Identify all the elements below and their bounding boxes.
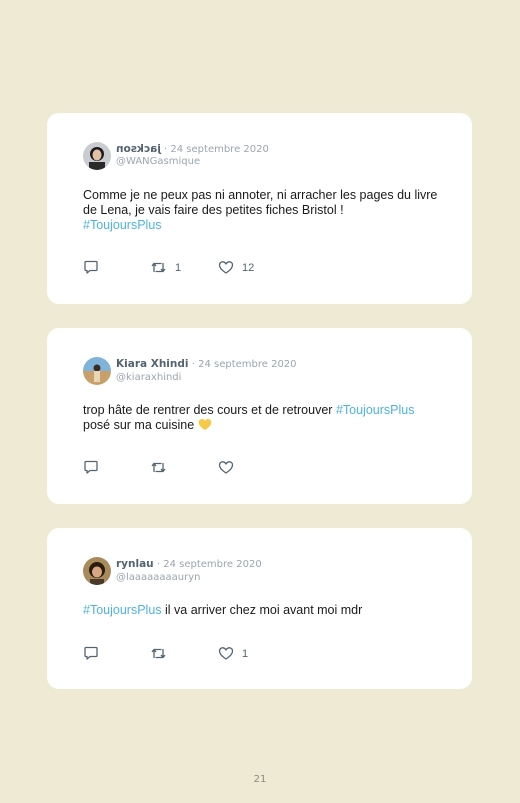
reply-button[interactable]	[83, 460, 99, 475]
author-handle: @kiaraxhindi	[116, 372, 182, 383]
separator-dot: ·	[191, 359, 195, 370]
tweet-date: 24 septembre 2020	[170, 144, 269, 155]
tweet-date: 24 septembre 2020	[163, 559, 262, 570]
like-button[interactable]: 1	[218, 646, 248, 661]
like-count: 1	[242, 647, 249, 660]
author-line: rynlau · 24 septembre 2020	[116, 558, 262, 571]
tweet-actions: 1 12	[83, 260, 283, 276]
like-button[interactable]	[218, 460, 242, 475]
retweet-icon	[150, 646, 167, 661]
tweet-card: Kiara Xhindi · 24 septembre 2020 @kiarax…	[47, 328, 472, 504]
tweet-card: rynlau · 24 septembre 2020 @laaaaaaaaury…	[47, 528, 472, 689]
retweet-button[interactable]: 1	[150, 260, 181, 275]
tweet-text-continued: posé sur ma cuisine	[83, 418, 195, 432]
retweet-icon	[150, 460, 167, 475]
separator-dot: ·	[164, 144, 168, 155]
yellow-heart-emoji-icon	[198, 418, 212, 435]
hashtag-link[interactable]: #ToujoursPlus	[83, 603, 162, 617]
avatar[interactable]	[83, 357, 111, 385]
hashtag-link[interactable]: #ToujoursPlus	[83, 218, 162, 232]
reply-icon	[83, 646, 99, 661]
reply-icon	[83, 260, 99, 275]
like-icon	[218, 260, 234, 275]
tweet-date: 24 septembre 2020	[198, 359, 297, 370]
retweet-button[interactable]	[150, 646, 175, 661]
retweet-icon	[150, 260, 167, 275]
tweet-actions: 1	[83, 646, 283, 662]
retweet-button[interactable]	[150, 460, 175, 475]
author-name[interactable]: rynlau	[116, 558, 154, 570]
avatar[interactable]	[83, 557, 111, 585]
reply-icon	[83, 460, 99, 475]
tweet-text-body: il va arriver chez moi avant moi mdr	[165, 603, 363, 617]
tweet-text: trop hâte de rentrer des cours et de ret…	[83, 403, 453, 435]
like-icon	[218, 460, 234, 475]
tweet-text: Comme je ne peux pas ni annoter, ni arra…	[83, 188, 453, 233]
author-handle: @laaaaaaaauryn	[116, 572, 201, 583]
author-name[interactable]: Kiara Xhindi	[116, 358, 189, 370]
page-number: 21	[253, 774, 267, 785]
like-count: 12	[242, 261, 255, 274]
tweet-text-body: Comme je ne peux pas ni annoter, ni arra…	[83, 188, 438, 217]
avatar[interactable]	[83, 142, 111, 170]
author-handle: @WANGasmique	[116, 156, 201, 167]
like-icon	[218, 646, 234, 661]
reply-button[interactable]	[83, 646, 99, 661]
tweet-actions	[83, 460, 283, 476]
reply-button[interactable]	[83, 260, 99, 275]
author-line: Kiara Xhindi · 24 septembre 2020	[116, 358, 297, 371]
separator-dot: ·	[156, 559, 161, 570]
tweet-card: jackson · 24 septembre 2020 @WANGasmique…	[47, 113, 472, 304]
retweet-count: 1	[175, 261, 182, 274]
like-button[interactable]: 12	[218, 260, 254, 275]
tweet-text: #ToujoursPlus il va arriver chez moi ava…	[83, 603, 453, 618]
tweet-text-body: trop hâte de rentrer des cours et de ret…	[83, 403, 333, 417]
hashtag-link[interactable]: #ToujoursPlus	[336, 403, 415, 417]
